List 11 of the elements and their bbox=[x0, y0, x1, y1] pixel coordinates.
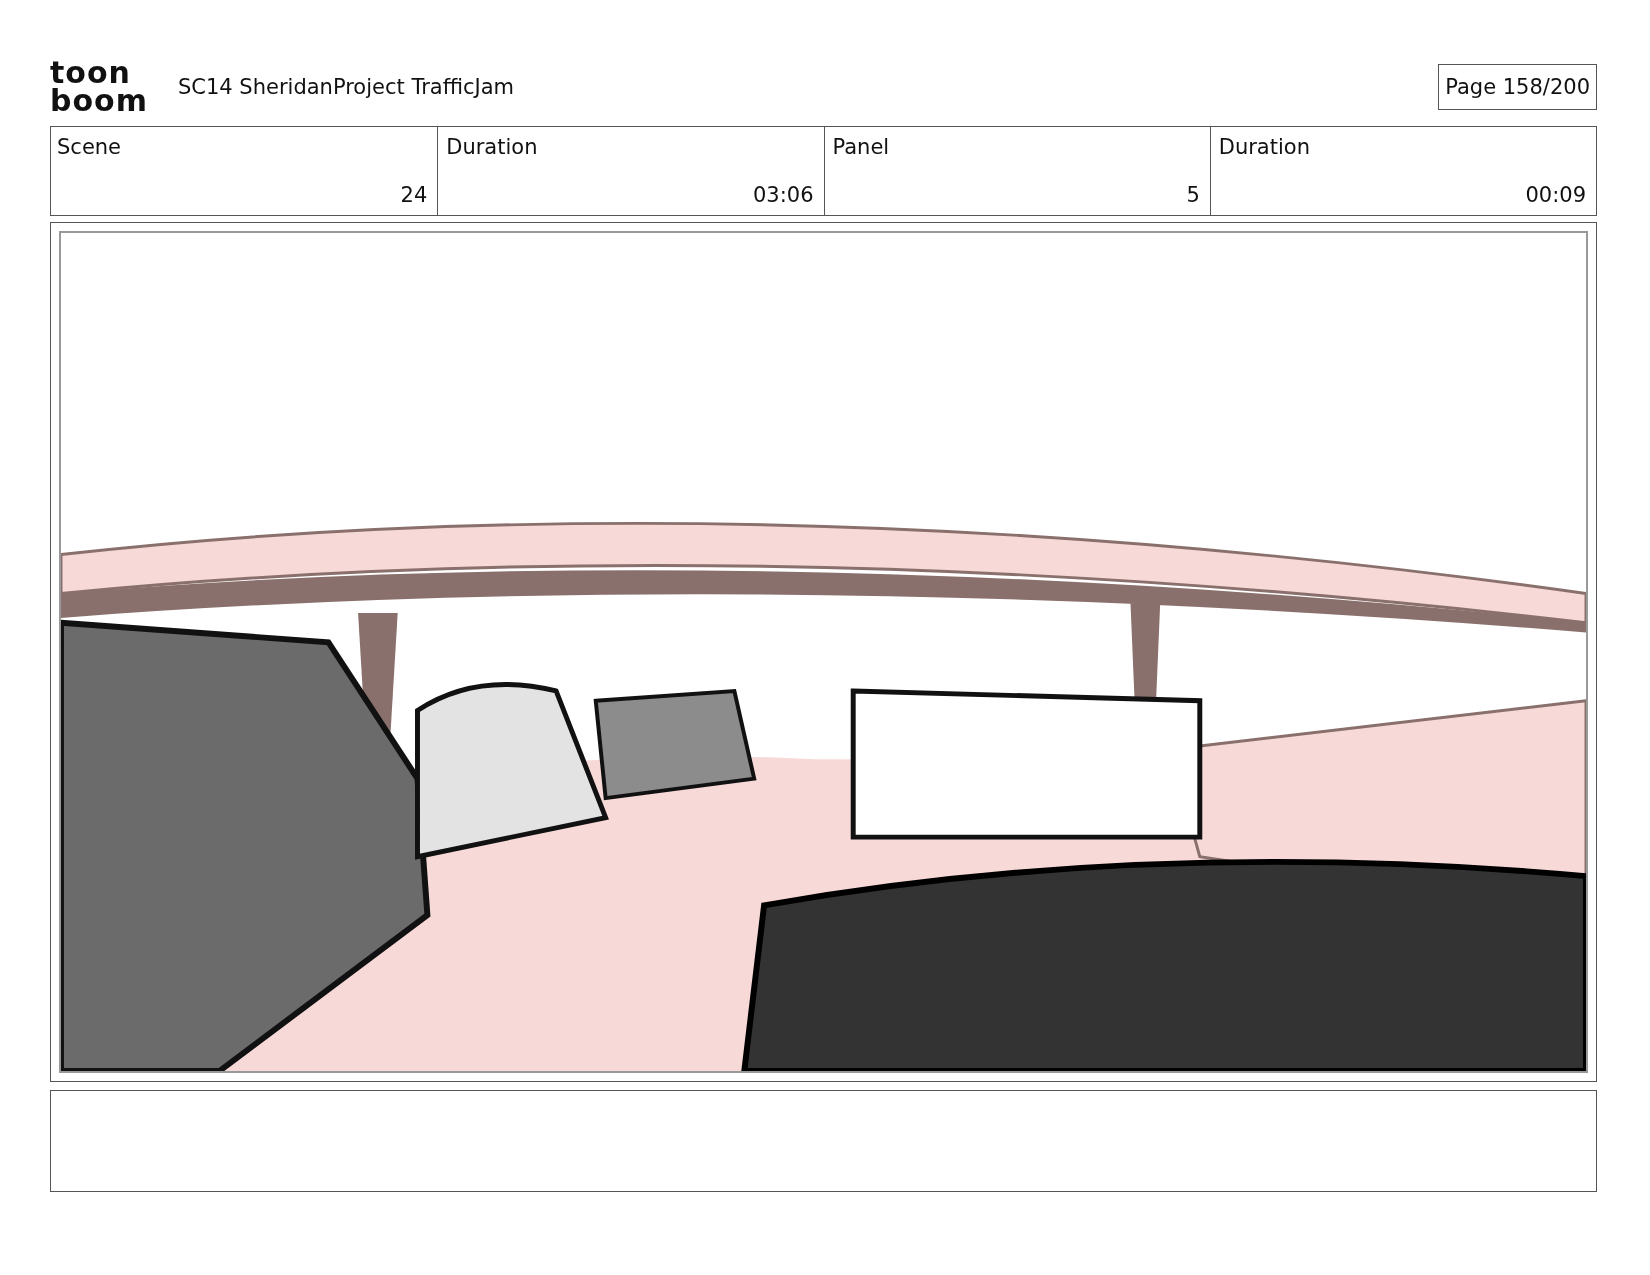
field-label: Duration bbox=[446, 135, 538, 159]
field-label: Panel bbox=[832, 135, 890, 159]
field-value: 24 bbox=[399, 183, 428, 207]
field-label: Scene bbox=[57, 135, 122, 159]
field-label: Duration bbox=[1218, 135, 1310, 159]
field-value: 00:09 bbox=[1524, 183, 1586, 207]
page-number: Page 158/200 bbox=[1438, 64, 1597, 110]
storyboard-title: SC14 SheridanProject TrafficJam bbox=[177, 75, 516, 99]
logo: toon boom bbox=[50, 59, 148, 115]
field-value: 03:06 bbox=[751, 183, 814, 207]
field-value: 5 bbox=[1185, 183, 1200, 207]
